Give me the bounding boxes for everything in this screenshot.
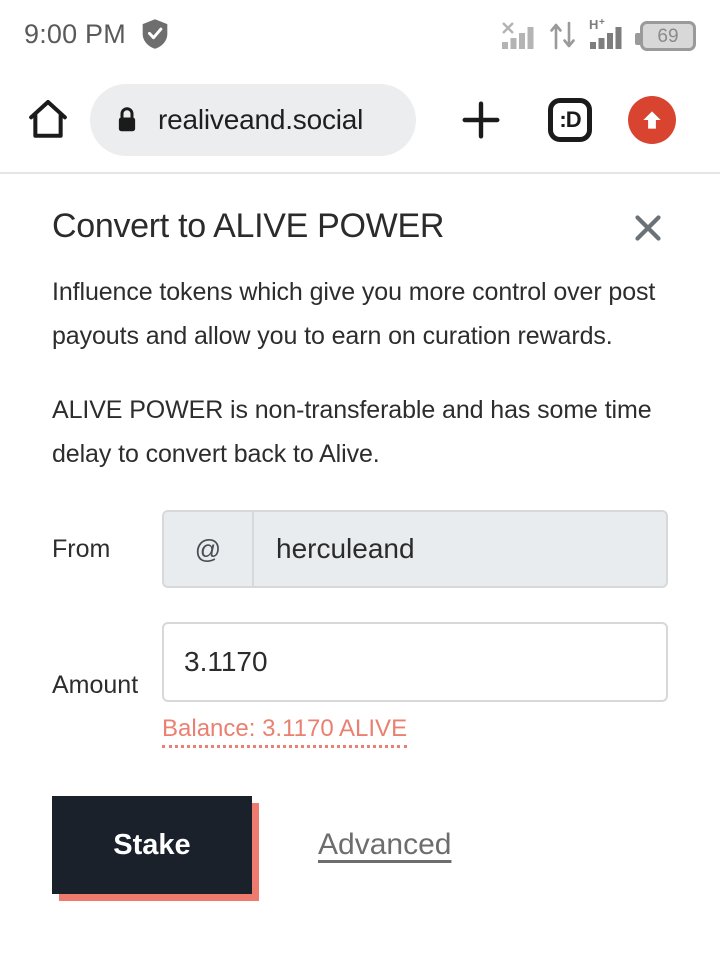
upload-arrow-icon[interactable] — [628, 96, 676, 144]
battery-indicator: 69 — [635, 21, 696, 51]
svg-text:H: H — [589, 17, 598, 32]
signal-no-sim-icon — [501, 17, 537, 51]
url-text[interactable]: realiveand.social — [158, 104, 363, 136]
status-bar: 9:00 PM H + 69 — [0, 0, 720, 68]
plus-icon[interactable] — [454, 97, 508, 143]
status-time: 9:00 PM — [24, 18, 126, 49]
data-transfer-icon — [548, 17, 578, 51]
amount-row: Amount 3.1170 Balance: 3.1170 ALIVE — [52, 622, 668, 749]
close-icon[interactable] — [628, 208, 668, 248]
signal-bars-hplus-icon: H + — [589, 17, 629, 51]
url-bar[interactable]: realiveand.social — [90, 84, 416, 156]
smiley-tab-icon: :D — [548, 98, 592, 142]
advanced-link[interactable]: Advanced — [318, 828, 451, 862]
from-username-input[interactable]: herculeand — [254, 512, 666, 586]
modal-convert-to-alive-power: Convert to ALIVE POWER Influence tokens … — [0, 174, 720, 895]
from-field-wrap: @ herculeand — [162, 510, 668, 588]
modal-header: Convert to ALIVE POWER — [52, 174, 668, 248]
home-icon[interactable] — [22, 97, 74, 143]
modal-actions: Stake Advanced — [52, 796, 668, 895]
from-row: From @ herculeand — [52, 510, 668, 588]
upload-circle — [628, 96, 676, 144]
svg-text:+: + — [599, 17, 605, 28]
status-icons: H + 69 — [501, 17, 696, 51]
amount-field-wrap: 3.1170 Balance: 3.1170 ALIVE — [162, 622, 668, 749]
amount-label: Amount — [52, 670, 139, 699]
tab-counter-button[interactable]: :D — [548, 98, 592, 142]
shield-check-icon — [140, 18, 170, 50]
amount-input[interactable]: 3.1170 — [162, 622, 668, 702]
lock-icon — [114, 105, 140, 135]
at-symbol-addon: @ — [164, 512, 254, 586]
balance-link[interactable]: Balance: 3.1170 ALIVE — [162, 715, 408, 749]
page-title: Convert to ALIVE POWER — [52, 207, 445, 245]
browser-toolbar: realiveand.social :D — [0, 68, 720, 174]
description-paragraph-1: Influence tokens which give you more con… — [52, 278, 656, 350]
from-input-group[interactable]: @ herculeand — [162, 510, 668, 588]
description-paragraph-2: ALIVE POWER is non-transferable and has … — [52, 396, 652, 468]
stake-button[interactable]: Stake — [52, 796, 252, 895]
battery-level: 69 — [657, 25, 679, 47]
tab-counter-label: :D — [559, 107, 581, 132]
from-label: From — [52, 534, 111, 563]
